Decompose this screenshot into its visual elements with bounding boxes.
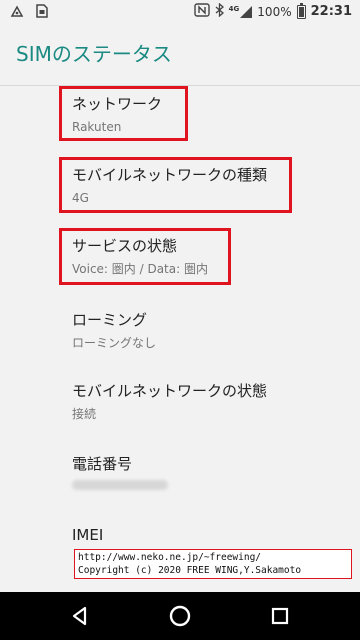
list-item-summary: 4G: [72, 191, 89, 205]
list-item-title: ネットワーク: [72, 95, 163, 113]
list-item-roaming[interactable]: ローミング ローミングなし: [72, 310, 352, 352]
list-item-title: サービスの状態: [72, 237, 178, 255]
list-item-imei[interactable]: IMEI: [72, 525, 352, 545]
copyright-watermark: http://www.neko.ne.jp/~freewing/ Copyrig…: [74, 549, 352, 579]
status-right: 4G 100% 22:31: [193, 2, 352, 20]
recents-icon[interactable]: [268, 604, 292, 628]
list-item-summary: 接続: [72, 407, 97, 421]
battery-percent: 100%: [257, 4, 292, 19]
battery-icon: [296, 2, 306, 19]
signal-icon: [240, 5, 253, 18]
list-item-title: IMEI: [72, 526, 104, 544]
network-type-badge: 4G: [228, 4, 240, 13]
credit-url: http://www.neko.ne.jp/~freewing/: [78, 552, 262, 563]
home-icon[interactable]: [168, 604, 192, 628]
page-title: SIMのステータス: [16, 42, 172, 66]
status-left: [10, 4, 48, 21]
sim-icon: [36, 4, 48, 21]
list-item-phone-number[interactable]: 電話番号: [72, 454, 352, 494]
list-item-network[interactable]: ネットワーク Rakuten: [72, 94, 352, 136]
list-item-summary: ローミングなし: [72, 336, 157, 350]
list-item-mobile-network-state[interactable]: モバイルネットワークの状態 接続: [72, 381, 352, 423]
nfc-icon: [193, 3, 210, 20]
list-item-service-state[interactable]: サービスの状態 Voice: 圏内 / Data: 圏内: [72, 236, 352, 278]
notification-icon: [10, 4, 24, 21]
app-toolbar: SIMのステータス: [0, 24, 360, 80]
credit-copyright: Copyright (c) 2020 FREE WING,Y.Sakamoto: [78, 565, 302, 576]
list-item-title: 電話番号: [72, 455, 133, 473]
list-item-summary: Rakuten: [72, 120, 122, 134]
list-item-title: モバイルネットワークの状態: [72, 382, 268, 400]
bluetooth-icon: [215, 2, 224, 20]
list-item-network-type[interactable]: モバイルネットワークの種類 4G: [72, 165, 352, 207]
back-icon[interactable]: [68, 604, 92, 628]
status-bar: 4G 100% 22:31: [0, 0, 360, 24]
redacted-phone-number: [72, 474, 352, 494]
clock: 22:31: [310, 4, 352, 19]
list-item-summary: Voice: 圏内 / Data: 圏内: [72, 262, 208, 276]
list-item-title: モバイルネットワークの種類: [72, 166, 268, 184]
list-item-title: ローミング: [72, 311, 148, 329]
navigation-bar: [0, 592, 360, 640]
